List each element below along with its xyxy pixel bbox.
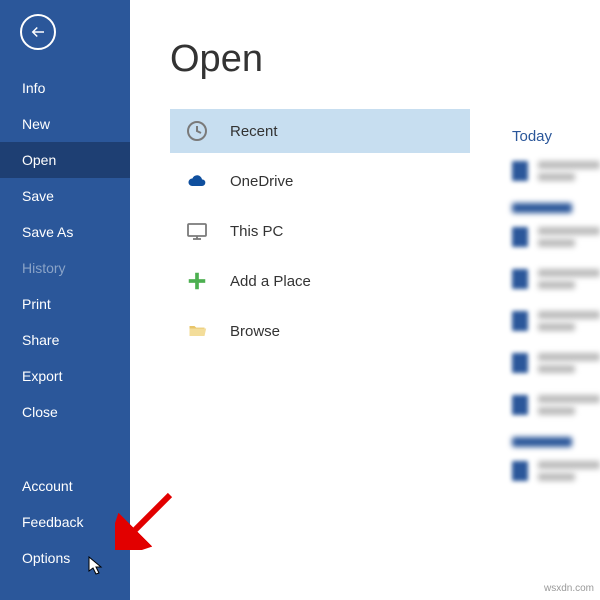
nav-close[interactable]: Close [0,394,130,430]
document-icon [512,461,528,481]
nav-new[interactable]: New [0,106,130,142]
document-icon [512,395,528,415]
plus-icon [184,268,210,294]
nav-feedback[interactable]: Feedback [0,504,130,540]
location-label: Browse [230,323,280,340]
recent-file-item[interactable] [510,353,600,377]
nav-options[interactable]: Options [0,540,130,576]
recent-file-item[interactable] [510,269,600,293]
location-label: Recent [230,123,278,140]
recent-file-item[interactable] [510,461,600,485]
nav-print[interactable]: Print [0,286,130,322]
cloud-icon [184,168,210,194]
location-onedrive[interactable]: OneDrive [170,159,470,203]
nav-open[interactable]: Open [0,142,130,178]
recent-file-item[interactable] [510,395,600,419]
nav-export[interactable]: Export [0,358,130,394]
document-icon [512,353,528,373]
page-title: Open [170,38,600,81]
recent-group-today: Today [510,128,600,145]
recent-group-heading [512,437,572,447]
back-button[interactable] [20,14,56,50]
main-panel: Open Recent OneDrive Thi [130,0,600,600]
recent-file-item[interactable] [510,161,600,185]
recent-group-heading [512,203,572,213]
watermark-text: wsxdn.com [544,583,594,594]
recent-file-item[interactable] [510,227,600,251]
locations-list: Recent OneDrive This PC [170,109,470,353]
location-label: Add a Place [230,273,311,290]
location-browse[interactable]: Browse [170,309,470,353]
location-recent[interactable]: Recent [170,109,470,153]
document-icon [512,269,528,289]
recent-file-item[interactable] [510,311,600,335]
location-label: OneDrive [230,173,293,190]
nav-info[interactable]: Info [0,70,130,106]
document-icon [512,311,528,331]
location-add-place[interactable]: Add a Place [170,259,470,303]
back-arrow-icon [29,23,47,41]
clock-icon [184,118,210,144]
recent-files-panel: Today [510,128,600,503]
nav-account[interactable]: Account [0,468,130,504]
document-icon [512,161,528,181]
nav-save[interactable]: Save [0,178,130,214]
nav-share[interactable]: Share [0,322,130,358]
folder-icon [184,318,210,344]
document-icon [512,227,528,247]
location-label: This PC [230,223,283,240]
location-this-pc[interactable]: This PC [170,209,470,253]
nav-save-as[interactable]: Save As [0,214,130,250]
nav-history: History [0,250,130,286]
pc-icon [184,218,210,244]
backstage-sidebar: Info New Open Save Save As History Print… [0,0,130,600]
